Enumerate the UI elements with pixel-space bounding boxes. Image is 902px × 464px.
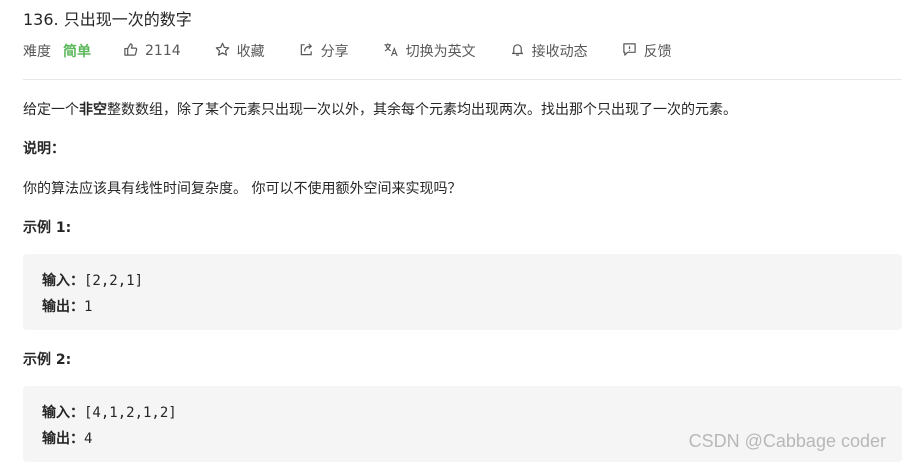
input-label: 输入： [42,405,84,421]
description-text-a: 给定一个 [23,102,79,118]
example-1-block: 输入：[2,2,1] 输出：1 [23,254,902,330]
thumbs-up-icon [123,42,138,60]
problem-description: 给定一个非空整数数组，除了某个元素只出现一次以外，其余每个元素均出现两次。找出那… [23,99,737,119]
feedback-icon [622,42,637,60]
output-label: 输出： [42,431,84,447]
input-label: 输入： [42,273,84,289]
feedback-label: 反馈 [643,44,672,60]
subscribe-label: 接收动态 [531,44,588,60]
example-2-title: 示例 2: [23,352,72,368]
bell-icon [510,42,525,60]
share-button[interactable]: 分享 [299,41,349,61]
note-text: 你的算法应该具有线性时间复杂度。 你可以不使用额外空间来实现吗？ [23,181,462,197]
description-emphasis: 非空 [79,102,107,118]
difficulty-label: 难度 [23,44,51,60]
output-value: 1 [84,299,93,315]
translate-icon [383,42,399,60]
share-label: 分享 [320,44,349,60]
example-1-title: 示例 1: [23,220,72,236]
description-text-b: 整数数组，除了某个元素只出现一次以外，其余每个元素均出现两次。找出那个只出现了一… [107,102,737,118]
favorite-label: 收藏 [236,44,265,60]
problem-toolbar: 难度 简单 2114 收藏 分享 切换为英文 接收动态 反馈 [23,41,706,61]
translate-label: 切换为英文 [405,44,476,60]
watermark: CSDN @Cabbage coder [688,431,886,451]
output-value: 4 [84,431,93,447]
input-value: [2,2,1] [84,273,144,289]
note-title: 说明： [23,141,65,157]
translate-button[interactable]: 切换为英文 [383,41,476,61]
subscribe-button[interactable]: 接收动态 [510,41,588,61]
input-value: [4,1,2,1,2] [84,405,177,421]
like-button[interactable]: 2114 [123,42,181,60]
difficulty-badge: 简单 [63,44,91,60]
like-count: 2114 [145,43,181,59]
star-icon [215,42,230,60]
feedback-button[interactable]: 反馈 [622,41,672,61]
share-icon [299,42,314,60]
divider [23,79,902,80]
output-label: 输出： [42,299,84,315]
problem-title: 136. 只出现一次的数字 [23,10,192,29]
favorite-button[interactable]: 收藏 [215,41,265,61]
